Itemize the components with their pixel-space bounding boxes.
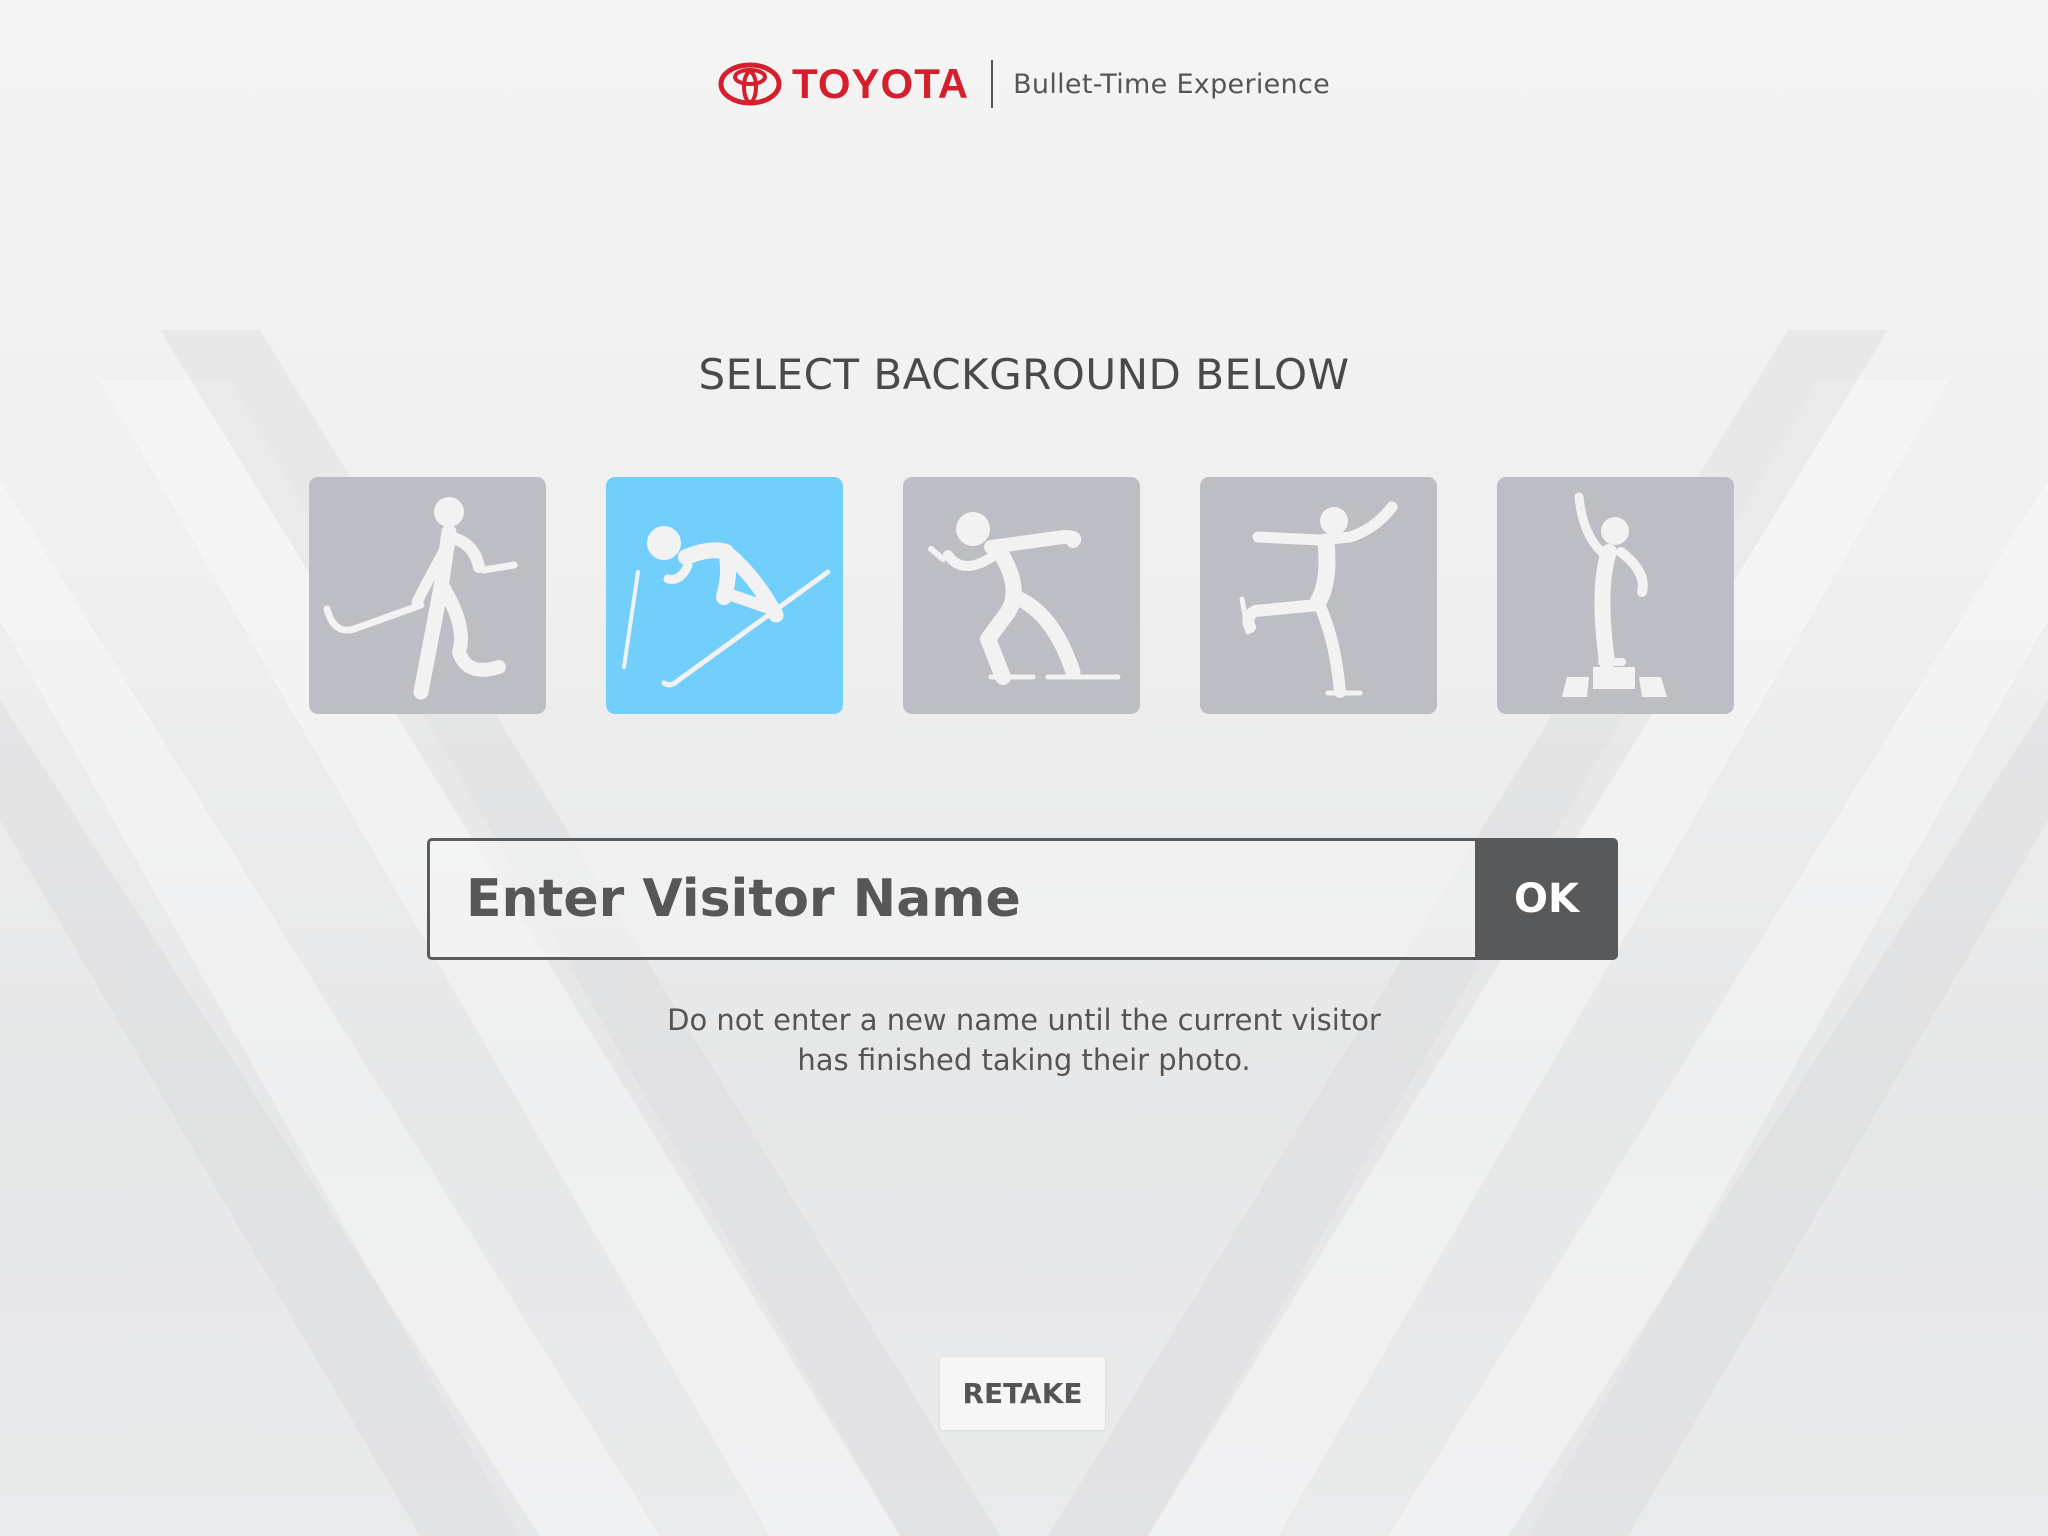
podium-icon xyxy=(1562,492,1667,697)
header: TOYOTA Bullet-Time Experience xyxy=(0,60,2048,108)
ice-hockey-icon xyxy=(323,497,518,700)
visitor-name-form: OK xyxy=(427,838,1618,960)
ok-button[interactable]: OK xyxy=(1475,838,1618,960)
background-option-podium[interactable] xyxy=(1497,477,1734,714)
background-option-figure-skating[interactable] xyxy=(1200,477,1437,714)
background-option-skiing[interactable] xyxy=(606,477,843,714)
app-subtitle: Bullet-Time Experience xyxy=(1013,68,1331,100)
header-divider xyxy=(991,60,994,108)
background-selector xyxy=(309,477,1737,714)
figure-skating-icon xyxy=(1239,501,1398,698)
retake-button[interactable]: RETAKE xyxy=(940,1357,1105,1430)
toyota-logo: TOYOTA xyxy=(718,62,969,106)
visitor-name-input[interactable] xyxy=(427,838,1475,960)
instruction-note: Do not enter a new name until the curren… xyxy=(0,1000,2048,1080)
speed-skating-icon xyxy=(928,512,1121,685)
toyota-emblem-icon xyxy=(718,62,782,106)
background-pattern xyxy=(0,330,2048,1536)
background-option-hockey[interactable] xyxy=(309,477,546,714)
page-title: SELECT BACKGROUND BELOW xyxy=(698,350,1350,399)
alpine-skiing-icon xyxy=(622,526,831,688)
background-option-speed-skating[interactable] xyxy=(903,477,1140,714)
toyota-wordmark: TOYOTA xyxy=(791,60,970,107)
instruction-line-2: has finished taking their photo. xyxy=(797,1043,1251,1077)
instruction-line-1: Do not enter a new name until the curren… xyxy=(667,1003,1381,1037)
